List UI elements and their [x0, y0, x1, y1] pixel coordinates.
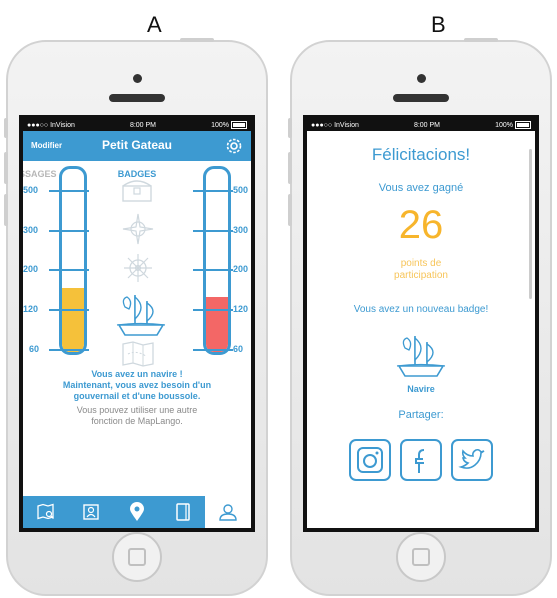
badge-message-line: Maintenant, vous avez besoin d'un: [62, 380, 212, 390]
ship-icon[interactable]: [113, 289, 169, 339]
badge-name: Navire: [407, 384, 435, 394]
points-label: points de: [400, 258, 442, 269]
speaker-grille: [109, 94, 165, 102]
power-button: [180, 38, 214, 42]
scale-label-right: 60: [233, 344, 244, 354]
camera-icon: [133, 74, 142, 83]
screen-a: ●●●○○ InVision 8:00 PM 100% Modifier Pet…: [19, 115, 255, 532]
tick-mark: [49, 269, 89, 271]
battery-icon: [230, 121, 247, 129]
location-pin-icon[interactable]: [114, 496, 160, 528]
home-button[interactable]: [112, 532, 162, 582]
bottom-tab-bar: [23, 496, 251, 528]
scale-label-left: 60: [29, 344, 40, 354]
scale-label-right: 500: [233, 185, 249, 195]
scale-label-left: 200: [23, 264, 39, 274]
tick-mark: [193, 190, 233, 192]
compass-rose-icon[interactable]: [122, 213, 154, 245]
status-bar: ●●●○○ InVision 8:00 PM 100%: [307, 119, 535, 131]
tick-mark: [193, 269, 233, 271]
congrats-title: Félicitacions!: [371, 145, 471, 164]
badge-message-line: gouvernail et d'une boussole.: [73, 391, 201, 401]
time-label: 8:00 PM: [413, 121, 441, 129]
scale-label-right: 300: [233, 225, 249, 235]
navigation-bar: Modifier Petit Gateau: [23, 131, 251, 161]
page-title: Petit Gateau: [101, 138, 173, 152]
tick-mark: [49, 309, 89, 311]
volume-down-button: [4, 194, 8, 226]
power-button: [464, 38, 498, 42]
camera-icon: [417, 74, 426, 83]
battery-icon: [514, 121, 531, 129]
won-label: Vous avez gagné: [378, 182, 464, 194]
mute-switch: [288, 118, 292, 138]
panel-label-a: A: [147, 12, 162, 37]
tick-mark: [49, 190, 89, 192]
screen-b: ●●●○○ InVision 8:00 PM 100% Félicitacion…: [303, 115, 539, 532]
volume-up-button: [4, 152, 8, 184]
points-value: 26: [398, 203, 444, 247]
twitter-icon[interactable]: [451, 439, 493, 481]
scale-label-left: 500: [23, 185, 39, 195]
phone-a: ●●●○○ InVision 8:00 PM 100% Modifier Pet…: [6, 40, 268, 596]
volume-down-button: [288, 194, 292, 226]
battery-percent: 100%: [495, 121, 513, 129]
gear-icon[interactable]: [225, 137, 243, 160]
time-label: 8:00 PM: [129, 121, 157, 129]
scale-label-right: 200: [233, 264, 249, 274]
scale-label-left: 120: [23, 304, 39, 314]
tick-mark: [193, 230, 233, 232]
mute-switch: [4, 118, 8, 138]
map-icon[interactable]: [120, 340, 156, 368]
facebook-icon[interactable]: [400, 439, 442, 481]
left-thermometer: [59, 166, 87, 355]
battery-percent: 100%: [211, 121, 229, 129]
tick-mark: [193, 309, 233, 311]
ship-wheel-icon[interactable]: [122, 252, 154, 284]
hint-message-line: Vous pouvez utiliser une autre: [76, 405, 198, 415]
share-label: Partager:: [398, 409, 444, 421]
right-thermometer-fill: [206, 297, 228, 352]
panel-label-b: B: [431, 12, 446, 37]
speaker-grille: [393, 94, 449, 102]
scale-label-right: 120: [233, 304, 249, 314]
participation-label: participation: [394, 270, 448, 281]
right-thermometer: [203, 166, 231, 355]
phone-b: ●●●○○ InVision 8:00 PM 100% Félicitacion…: [290, 40, 552, 596]
new-badge-label: Vous avez un nouveau badge!: [353, 304, 489, 315]
tick-mark: [49, 349, 89, 351]
tick-mark: [49, 230, 89, 232]
scale-label-left: 300: [23, 225, 39, 235]
left-thermometer-fill: [62, 287, 84, 352]
profile-card-icon[interactable]: [69, 496, 115, 528]
carrier-label: ●●●○○ InVision: [27, 121, 75, 129]
ship-icon: [396, 336, 446, 377]
user-icon[interactable]: [205, 496, 251, 528]
status-bar: ●●●○○ InVision 8:00 PM 100%: [23, 119, 251, 131]
home-button[interactable]: [396, 532, 446, 582]
carrier-label: ●●●○○ InVision: [311, 121, 359, 129]
map-search-icon[interactable]: [23, 496, 69, 528]
treasure-chest-icon[interactable]: [120, 176, 154, 204]
badge-message-line: Vous avez un navire !: [91, 369, 183, 379]
book-icon[interactable]: [160, 496, 206, 528]
tick-mark: [193, 349, 233, 351]
hint-message-line: fonction de MapLango.: [91, 416, 183, 426]
instagram-icon[interactable]: [349, 439, 391, 481]
volume-up-button: [288, 152, 292, 184]
